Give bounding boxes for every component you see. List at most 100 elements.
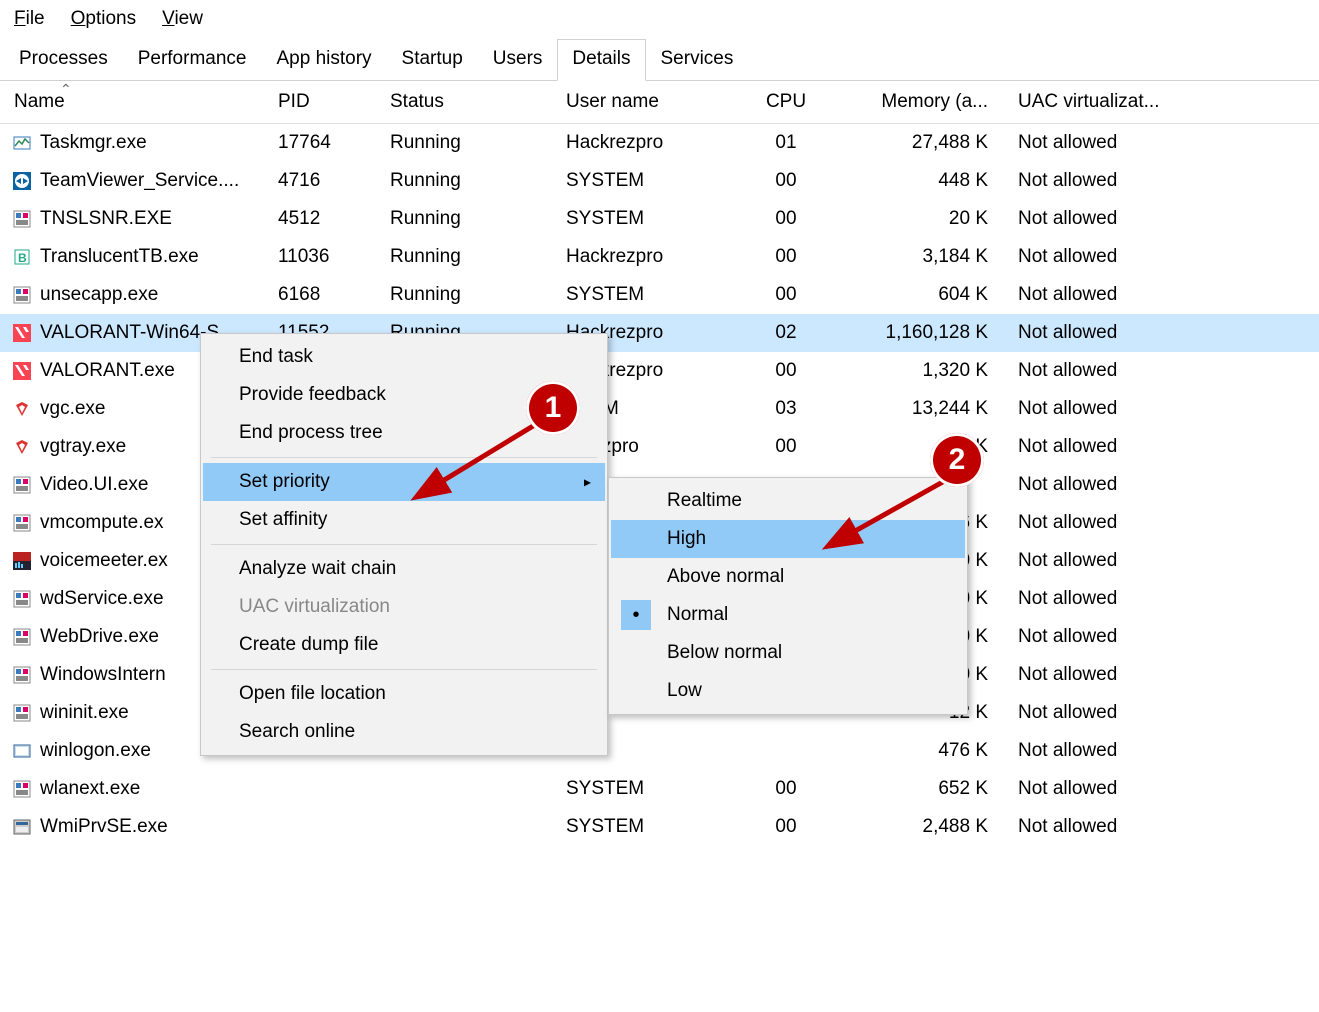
priority-label: High bbox=[667, 528, 706, 549]
process-uac: Not allowed bbox=[1006, 702, 1319, 724]
menu-item-create-dump-file[interactable]: Create dump file bbox=[203, 626, 605, 664]
menu-file[interactable]: File bbox=[14, 8, 45, 30]
tab-details[interactable]: Details bbox=[557, 39, 645, 81]
priority-submenu[interactable]: Realtime High Above normal•Normal Below nor… bbox=[608, 477, 968, 715]
process-user: SYSTEM bbox=[566, 284, 746, 306]
table-row[interactable]: WmiPrvSE.exeSYSTEM002,488 KNot allowed bbox=[0, 808, 1319, 846]
col-user[interactable]: User name bbox=[566, 91, 746, 113]
generic-icon bbox=[10, 474, 34, 496]
process-uac: Not allowed bbox=[1006, 550, 1319, 572]
col-uac[interactable]: UAC virtualizat... bbox=[1006, 91, 1319, 113]
process-name: TranslucentTB.exe bbox=[40, 246, 199, 268]
tab-processes[interactable]: Processes bbox=[4, 39, 123, 81]
process-name: TNSLSNR.EXE bbox=[40, 208, 172, 230]
menu-bar: File Options View bbox=[0, 0, 1319, 38]
menu-view[interactable]: View bbox=[162, 8, 203, 30]
table-row[interactable]: vgc.exeSTEM0313,244 KNot allowed bbox=[0, 390, 1319, 428]
process-uac: Not allowed bbox=[1006, 436, 1319, 458]
process-name: WebDrive.exe bbox=[40, 626, 159, 648]
menu-separator bbox=[211, 544, 597, 545]
process-memory: 13,244 K bbox=[826, 398, 1006, 420]
tab-app-history[interactable]: App history bbox=[261, 39, 386, 81]
col-pid[interactable]: PID bbox=[278, 91, 390, 113]
menu-separator bbox=[211, 669, 597, 670]
vanguard-icon bbox=[10, 398, 34, 420]
table-row[interactable]: winlogon.exe476 KNot allowed bbox=[0, 732, 1319, 770]
table-row[interactable]: TNSLSNR.EXE4512RunningSYSTEM0020 KNot al… bbox=[0, 200, 1319, 238]
submenu-arrow-icon: ▸ bbox=[584, 474, 591, 491]
priority-label: Normal bbox=[667, 604, 728, 625]
process-name: Taskmgr.exe bbox=[40, 132, 147, 154]
annotation-badge-2: 2 bbox=[930, 433, 984, 487]
valorant-icon bbox=[10, 322, 34, 344]
col-name[interactable]: ⌃Name bbox=[10, 91, 278, 113]
priority-realtime[interactable]: Realtime bbox=[611, 482, 965, 520]
menu-item-search-online[interactable]: Search online bbox=[203, 713, 605, 751]
process-cpu: 00 bbox=[746, 284, 826, 306]
process-uac: Not allowed bbox=[1006, 322, 1319, 344]
process-uac: Not allowed bbox=[1006, 588, 1319, 610]
tab-users[interactable]: Users bbox=[478, 39, 558, 81]
column-headers: ⌃Name PID Status User name CPU Memory (a… bbox=[0, 81, 1319, 124]
table-row[interactable]: VALORANT.exeHackrezpro001,320 KNot allow… bbox=[0, 352, 1319, 390]
vanguard-icon bbox=[10, 436, 34, 458]
table-row[interactable]: vgtray.execkrezpro00104 KNot allowed bbox=[0, 428, 1319, 466]
table-row[interactable]: unsecapp.exe6168RunningSYSTEM00604 KNot … bbox=[0, 276, 1319, 314]
priority-high[interactable]: High bbox=[611, 520, 965, 558]
process-user: Hackrezpro bbox=[566, 246, 746, 268]
col-status[interactable]: Status bbox=[390, 91, 566, 113]
process-memory: 27,488 K bbox=[826, 132, 1006, 154]
process-pid: 17764 bbox=[278, 132, 390, 154]
process-memory: 3,184 K bbox=[826, 246, 1006, 268]
priority-below-normal[interactable]: Below normal bbox=[611, 634, 965, 672]
process-name: TeamViewer_Service.... bbox=[40, 170, 239, 192]
menu-item-set-affinity[interactable]: Set affinity bbox=[203, 501, 605, 539]
menu-item-set-priority[interactable]: Set priority▸ bbox=[203, 463, 605, 501]
process-memory: 2,488 K bbox=[826, 816, 1006, 838]
annotation-badge-1: 1 bbox=[526, 381, 580, 435]
valorant-icon bbox=[10, 360, 34, 382]
process-cpu: 00 bbox=[746, 170, 826, 192]
process-name: wdService.exe bbox=[40, 588, 164, 610]
process-cpu: 00 bbox=[746, 246, 826, 268]
menu-item-open-file-location[interactable]: Open file location bbox=[203, 675, 605, 713]
tab-services[interactable]: Services bbox=[646, 39, 749, 81]
process-name: vgc.exe bbox=[40, 398, 105, 420]
menu-item-uac-virtualization: UAC virtualization bbox=[203, 588, 605, 626]
table-row[interactable]: TeamViewer_Service....4716RunningSYSTEM0… bbox=[0, 162, 1319, 200]
process-pid: 4512 bbox=[278, 208, 390, 230]
process-user: SYSTEM bbox=[566, 816, 746, 838]
menu-item-analyze-wait-chain[interactable]: Analyze wait chain bbox=[203, 550, 605, 588]
tab-startup[interactable]: Startup bbox=[387, 39, 478, 81]
table-row[interactable]: BTranslucentTB.exe11036RunningHackrezpro… bbox=[0, 238, 1319, 276]
priority-label: Below normal bbox=[667, 642, 782, 663]
process-uac: Not allowed bbox=[1006, 816, 1319, 838]
process-uac: Not allowed bbox=[1006, 360, 1319, 382]
table-row[interactable]: Taskmgr.exe17764RunningHackrezpro0127,48… bbox=[0, 124, 1319, 162]
translucent-icon: B bbox=[10, 246, 34, 268]
priority-normal[interactable]: •Normal bbox=[611, 596, 965, 634]
process-uac: Not allowed bbox=[1006, 474, 1319, 496]
process-memory: 476 K bbox=[826, 740, 1006, 762]
menu-item-end-task[interactable]: End task bbox=[203, 338, 605, 376]
process-user: SYSTEM bbox=[566, 170, 746, 192]
process-cpu: 01 bbox=[746, 132, 826, 154]
process-name: wininit.exe bbox=[40, 702, 129, 724]
table-row[interactable]: VALORANT-Win64-S11552RunningHackrezpro02… bbox=[0, 314, 1319, 352]
priority-label: Low bbox=[667, 680, 702, 701]
priority-low[interactable]: Low bbox=[611, 672, 965, 710]
table-row[interactable]: wlanext.exeSYSTEM00652 KNot allowed bbox=[0, 770, 1319, 808]
teamviewer-icon bbox=[10, 170, 34, 192]
priority-above-normal[interactable]: Above normal bbox=[611, 558, 965, 596]
process-uac: Not allowed bbox=[1006, 740, 1319, 762]
col-mem[interactable]: Memory (a... bbox=[826, 91, 1006, 113]
tab-strip: Processes Performance App history Startu… bbox=[0, 38, 1319, 81]
generic-icon bbox=[10, 702, 34, 724]
process-name: wlanext.exe bbox=[40, 778, 140, 800]
menu-options[interactable]: Options bbox=[71, 8, 136, 30]
process-uac: Not allowed bbox=[1006, 512, 1319, 534]
process-name: vmcompute.ex bbox=[40, 512, 164, 534]
col-cpu[interactable]: CPU bbox=[746, 91, 826, 113]
process-memory: 20 K bbox=[826, 208, 1006, 230]
tab-performance[interactable]: Performance bbox=[123, 39, 262, 81]
